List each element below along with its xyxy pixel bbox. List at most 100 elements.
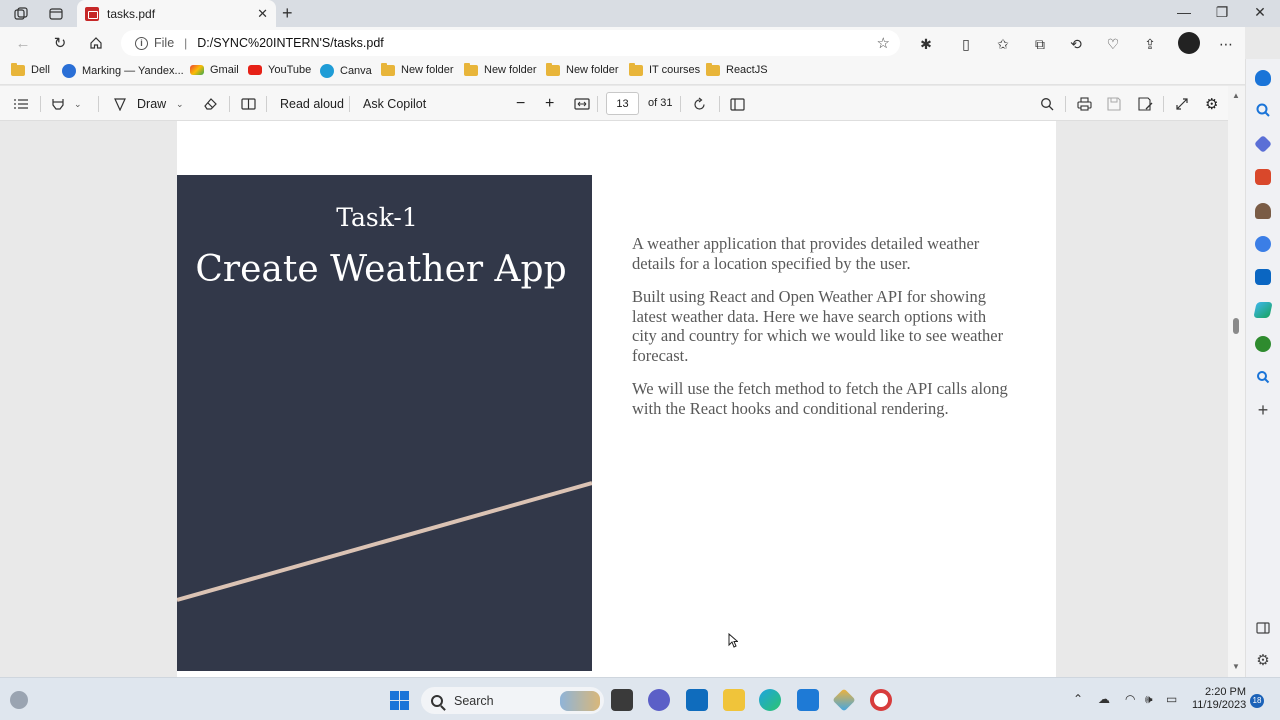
history-icon[interactable]: ⟲ xyxy=(1066,34,1086,54)
find-icon[interactable] xyxy=(1040,94,1054,114)
bookmark-reactjs[interactable]: ReactJS xyxy=(706,62,768,76)
folder-icon xyxy=(546,62,560,76)
split-screen-icon[interactable]: ▯ xyxy=(956,34,976,54)
tab-tasks-pdf[interactable]: tasks.pdf ✕ xyxy=(77,0,276,27)
contents-icon[interactable] xyxy=(13,94,29,114)
pdf-settings-icon[interactable]: ⚙ xyxy=(1205,94,1218,114)
add-sidebar-app-icon[interactable]: + xyxy=(1255,401,1271,419)
scroll-up-icon[interactable]: ▲ xyxy=(1232,91,1240,100)
notification-badge[interactable]: 18 xyxy=(1250,694,1264,708)
home-icon[interactable] xyxy=(85,32,107,54)
page-number-input[interactable]: 13 xyxy=(606,92,639,115)
draw-button[interactable]: Draw xyxy=(113,94,166,114)
scroll-down-icon[interactable]: ▼ xyxy=(1232,662,1240,671)
page-view-icon[interactable] xyxy=(730,94,745,114)
teams-chat-icon[interactable] xyxy=(648,689,670,711)
show-hidden-icons-icon[interactable]: ⌃ xyxy=(1073,692,1083,706)
save-as-icon[interactable] xyxy=(1138,94,1153,114)
browser-essentials-icon[interactable]: ♡ xyxy=(1103,34,1123,54)
vertical-scrollbar[interactable]: ▲ ▼ xyxy=(1228,86,1245,677)
file-explorer-icon[interactable] xyxy=(723,689,745,711)
gmail-icon xyxy=(190,65,204,75)
bookmark-new-folder-2[interactable]: New folder xyxy=(464,62,537,76)
clock-date: 11/19/2023 xyxy=(1192,699,1247,711)
volume-icon[interactable]: 🕪 xyxy=(1145,692,1153,707)
print-icon[interactable] xyxy=(1077,94,1092,114)
highlight-dropdown-icon[interactable]: ⌄ xyxy=(74,94,82,114)
rotate-icon[interactable] xyxy=(692,94,707,114)
outlook-icon[interactable] xyxy=(1255,269,1271,285)
maximize-icon[interactable]: ❐ xyxy=(1212,4,1232,21)
shopping-tag-icon[interactable] xyxy=(1253,134,1273,154)
wifi-icon[interactable]: ◠ xyxy=(1125,692,1135,706)
bookmark-new-folder-3[interactable]: New folder xyxy=(546,62,619,76)
bookmark-youtube[interactable]: YouTube xyxy=(248,64,311,76)
slide-heading: Create Weather App xyxy=(195,249,567,290)
favorites-icon[interactable]: ✩ xyxy=(993,34,1013,54)
tree-icon[interactable] xyxy=(1255,336,1271,352)
battery-icon[interactable]: ▭ xyxy=(1166,692,1177,706)
refresh-icon[interactable]: ↻ xyxy=(49,32,71,54)
read-aloud-button[interactable]: Read aloud xyxy=(280,94,344,114)
share-icon[interactable]: ⇪ xyxy=(1140,34,1160,54)
workspaces-icon[interactable] xyxy=(10,4,32,24)
folder-icon xyxy=(464,62,478,76)
youtube-icon xyxy=(248,65,262,75)
bookmark-dell[interactable]: Dell xyxy=(11,62,50,76)
draw-dropdown-icon[interactable]: ⌄ xyxy=(176,94,184,114)
save-icon[interactable] xyxy=(1107,94,1121,114)
scrollbar-thumb[interactable] xyxy=(1233,318,1239,334)
weather-widget-icon[interactable] xyxy=(10,691,28,709)
bookmark-marking-yandex[interactable]: Marking — Yandex... xyxy=(62,64,184,78)
highlight-icon[interactable] xyxy=(50,94,66,114)
fullscreen-icon[interactable] xyxy=(1175,94,1189,114)
profile-avatar[interactable] xyxy=(1178,32,1200,54)
zoom-in-icon[interactable]: + xyxy=(545,94,554,114)
favorite-star-icon[interactable]: ☆ xyxy=(877,34,890,52)
info-icon[interactable]: i xyxy=(135,36,148,50)
tab-actions-icon[interactable] xyxy=(45,4,67,24)
minimize-icon[interactable]: — xyxy=(1174,4,1194,20)
sidebar-settings-icon[interactable]: ⚙ xyxy=(1255,653,1271,669)
url-field[interactable]: i File | D:/SYNC%20INTERN'S/tasks.pdf ☆ xyxy=(121,30,900,56)
ask-copilot-button[interactable]: Ask Copilot xyxy=(363,94,426,114)
vscode-icon[interactable] xyxy=(797,689,819,711)
tools-icon[interactable] xyxy=(1255,169,1271,185)
page-total: of 31 xyxy=(648,97,673,109)
zoom-out-icon[interactable]: − xyxy=(516,94,525,114)
search-icon[interactable] xyxy=(1255,102,1271,118)
bookmark-gmail[interactable]: Gmail xyxy=(190,64,239,76)
copilot-app-icon[interactable] xyxy=(832,688,856,712)
bookmark-canva[interactable]: Canva xyxy=(320,64,372,78)
fit-width-icon[interactable] xyxy=(574,94,590,114)
extensions-icon[interactable]: ✱ xyxy=(916,34,936,54)
bookmark-it-courses[interactable]: IT courses xyxy=(629,62,700,76)
start-button[interactable] xyxy=(390,691,409,710)
onedrive-error-icon[interactable]: ☁ xyxy=(1098,692,1110,706)
notifications-icon[interactable] xyxy=(1255,70,1271,86)
clock-time: 2:20 PM xyxy=(1205,686,1246,698)
mail-app-icon[interactable] xyxy=(686,689,708,711)
edge-browser-icon[interactable] xyxy=(759,689,781,711)
send-icon[interactable] xyxy=(1253,302,1273,318)
collections-icon[interactable]: ⧉ xyxy=(1030,34,1050,54)
games-icon[interactable] xyxy=(1255,203,1271,219)
more-menu-icon[interactable]: ⋯ xyxy=(1216,34,1236,54)
eraser-icon[interactable] xyxy=(203,94,218,114)
text-view-icon[interactable] xyxy=(241,94,256,114)
system-clock[interactable]: 2:20 PM 11/19/2023 xyxy=(1192,686,1246,712)
back-icon[interactable]: ← xyxy=(12,32,34,54)
windows-taskbar: Search ⌃ ☁ ◠ 🕪 ▭ 2:20 PM 11/19/2023 18 xyxy=(0,677,1280,720)
microsoft-365-icon[interactable] xyxy=(1255,236,1271,252)
close-tab-icon[interactable]: ✕ xyxy=(257,6,268,22)
close-window-icon[interactable]: ✕ xyxy=(1250,4,1270,21)
bing-search-icon[interactable] xyxy=(1255,369,1271,385)
bookmark-new-folder-1[interactable]: New folder xyxy=(381,62,454,76)
taskbar-search[interactable]: Search xyxy=(421,687,604,714)
yandex-icon xyxy=(62,64,76,78)
pdf-viewer[interactable]: Task-1 Create Weather App A weather appl… xyxy=(0,121,1228,677)
screen-recorder-icon[interactable] xyxy=(870,689,892,711)
file-manager-app-icon[interactable] xyxy=(611,689,633,711)
hide-sidebar-icon[interactable] xyxy=(1255,620,1271,636)
new-tab-icon[interactable]: + xyxy=(282,3,293,24)
